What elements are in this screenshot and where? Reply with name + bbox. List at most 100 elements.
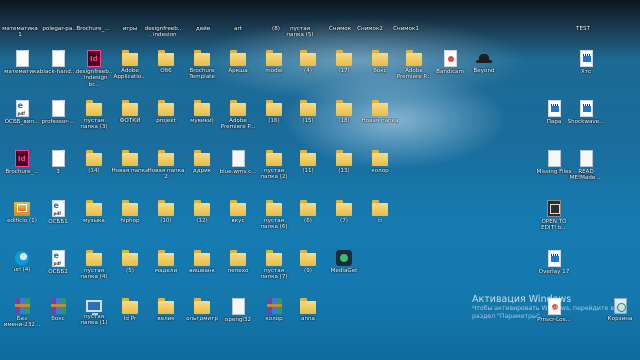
desktop-icon[interactable]: Adobe Applicatio... bbox=[112, 48, 148, 92]
desktop-icon[interactable]: (7) bbox=[326, 198, 362, 242]
desktop-icon[interactable]: anna bbox=[290, 296, 326, 340]
desktop-icon-label: ОСББ1 bbox=[48, 219, 68, 225]
desktop-icon[interactable]: колор bbox=[256, 296, 292, 340]
desktop-icon[interactable]: ОСББ_вип... bbox=[4, 98, 40, 142]
desktop-icon[interactable]: (13) bbox=[326, 148, 362, 192]
desktop-icon[interactable]: математика bbox=[4, 48, 40, 92]
desktop-icon[interactable]: Аркша bbox=[220, 48, 256, 92]
desktop-icon-label: пустая папка (7) bbox=[260, 268, 288, 281]
desktop-icon[interactable]: edificio (1) bbox=[4, 198, 40, 242]
desktop-icon[interactable]: ОСББ1 bbox=[40, 198, 76, 242]
desktop-icon-label: Снимок2 bbox=[357, 26, 383, 32]
desktop-icon[interactable]: пустая папка (7) bbox=[256, 248, 292, 292]
desktop-icon[interactable]: пустая папка (4) bbox=[76, 248, 112, 292]
desktop-icon[interactable]: OPEN TO EDIT! b... bbox=[536, 198, 572, 242]
desktop-icon[interactable]: 3 bbox=[40, 148, 76, 192]
desktop-icon[interactable]: (16) bbox=[256, 98, 292, 142]
desktop-icon-top-row[interactable]: дейв bbox=[185, 24, 221, 36]
desktop-icon[interactable]: Хтс bbox=[568, 48, 604, 92]
desktop-icon[interactable]: Bandicam bbox=[432, 48, 468, 92]
desktop-icon[interactable]: музыка bbox=[76, 198, 112, 242]
desktop-icon[interactable]: MediaGet bbox=[326, 248, 362, 292]
folder-icon bbox=[300, 50, 316, 66]
desktop-icon[interactable]: Новая папка 2 bbox=[147, 148, 185, 192]
video-icon bbox=[547, 250, 561, 267]
desktop-icon[interactable]: designfreeb... indesign br... bbox=[76, 48, 112, 92]
desktop-icon[interactable]: ольгдмитр bbox=[184, 296, 220, 340]
desktop-icon-top-row[interactable]: математика 1 bbox=[2, 24, 38, 36]
desktop-icon[interactable]: Adobe Premiere P... bbox=[396, 48, 432, 92]
desktop-icon[interactable]: пустая папка (1) bbox=[76, 296, 112, 340]
desktop-icon[interactable]: колор bbox=[362, 148, 398, 192]
desktop-icon[interactable]: вкус bbox=[220, 198, 256, 242]
desktop-icon[interactable]: пепехо bbox=[220, 248, 256, 292]
desktop-icon[interactable]: Об6 bbox=[148, 48, 184, 92]
desktop-icon[interactable]: бокс bbox=[362, 48, 398, 92]
desktop-icon-top-row[interactable]: art bbox=[220, 24, 256, 36]
desktop-icon[interactable]: пустая папка (3) bbox=[76, 98, 112, 142]
folder-icon bbox=[372, 200, 388, 216]
desktop-icon[interactable]: (14) bbox=[76, 148, 112, 192]
desktop-icon-top-row[interactable]: Снимок1 bbox=[388, 24, 424, 36]
desktop-icon[interactable]: Shockwave... bbox=[568, 98, 604, 142]
desktop-icon[interactable]: мувики) bbox=[184, 98, 220, 142]
folder-icon bbox=[122, 50, 138, 66]
folder-icon bbox=[372, 150, 388, 166]
desktop-icon[interactable]: велик bbox=[148, 296, 184, 340]
desktop-icon[interactable]: black-hand... bbox=[40, 48, 76, 92]
desktop-icon[interactable]: (17) bbox=[326, 48, 362, 92]
desktop-icon[interactable]: (11) bbox=[290, 148, 326, 192]
desktop-icon[interactable]: Adobe Premiere P... bbox=[220, 98, 256, 142]
desktop-icon-top-row[interactable]: игры bbox=[112, 24, 148, 36]
desktop-icon[interactable]: вишванк bbox=[184, 248, 220, 292]
desktop-icon[interactable]: ОСББ2 bbox=[40, 248, 76, 292]
desktop-icon[interactable]: projekt bbox=[148, 98, 184, 142]
desktop-icon[interactable]: Beyond bbox=[466, 48, 502, 92]
desktop-icon[interactable]: (10) bbox=[148, 198, 184, 242]
desktop-icon[interactable]: (9) bbox=[290, 248, 326, 292]
desktop-icon[interactable]: Overlay 17 bbox=[536, 248, 572, 292]
desktop-icon[interactable]: мадели bbox=[148, 248, 184, 292]
folder-icon bbox=[230, 50, 246, 66]
desktop-icon-top-row[interactable]: polegar-pa... bbox=[42, 24, 78, 36]
desktop-icon[interactable]: (5) bbox=[112, 248, 148, 292]
desktop-icon[interactable]: пустая папка (6) bbox=[256, 198, 292, 242]
desktop-icon[interactable]: Без имени-232... bbox=[4, 296, 40, 340]
desktop-icon[interactable]: professor-... bbox=[40, 98, 76, 142]
desktop-icon[interactable]: Id Pr bbox=[112, 296, 148, 340]
desktop-icon[interactable]: бокс bbox=[40, 296, 76, 340]
desktop-icon-top-row[interactable]: Снимок2 bbox=[352, 24, 388, 36]
desktop-icon[interactable]: blue.wmv.c... bbox=[220, 148, 256, 192]
folder-icon bbox=[266, 150, 282, 166]
desktop-icon[interactable]: Brochure Template bbox=[184, 48, 220, 92]
desktop-icon[interactable]: hiphop bbox=[112, 198, 148, 242]
desktop-icon[interactable]: Brochure_... bbox=[4, 148, 40, 192]
desktop-icon-top-row[interactable]: designfreeb... indesign 2-... bbox=[145, 24, 182, 36]
desktop-icon[interactable]: Новая папка bbox=[111, 148, 149, 192]
desktop-icon[interactable]: model bbox=[256, 48, 292, 92]
desktop-icon[interactable]: (15) bbox=[290, 98, 326, 142]
desktop-icon-top-row[interactable]: Brochure_... bbox=[75, 24, 111, 36]
desktop-icon[interactable]: пустая папка (2) bbox=[256, 148, 292, 192]
doc-icon bbox=[15, 50, 29, 67]
desktop-icon-label: пустая папка (1) bbox=[80, 314, 108, 327]
desktop-icon[interactable]: ддрик bbox=[184, 148, 220, 192]
desktop-icon-top-row[interactable]: пустая папка (5) bbox=[282, 24, 318, 36]
desktop-icon[interactable]: (18) bbox=[326, 98, 362, 142]
folder-icon bbox=[230, 200, 246, 216]
desktop-icon-label: мувики) bbox=[190, 118, 214, 124]
desktop-icon[interactable]: Новая папка bbox=[361, 98, 399, 142]
desktop-icon[interactable]: opengl32 bbox=[220, 296, 256, 340]
desktop-icon-label: opengl32 bbox=[224, 317, 252, 323]
desktop-icon[interactable]: (4) bbox=[290, 48, 326, 92]
desktop-icon[interactable]: (6) bbox=[290, 198, 326, 242]
doc-icon bbox=[51, 100, 65, 117]
desktop-icon[interactable]: url (4) bbox=[4, 248, 40, 292]
desktop-icon-top-row[interactable]: TEST bbox=[565, 24, 601, 36]
folder-icon bbox=[266, 200, 282, 216]
desktop-icon[interactable]: ti bbox=[362, 198, 398, 242]
desktop-icon[interactable]: ФОТКИ bbox=[112, 98, 148, 142]
desktop-icon[interactable]: (12) bbox=[184, 198, 220, 242]
desktop-icon[interactable]: READ ME!Made ... bbox=[568, 148, 604, 192]
video-icon bbox=[579, 50, 593, 67]
